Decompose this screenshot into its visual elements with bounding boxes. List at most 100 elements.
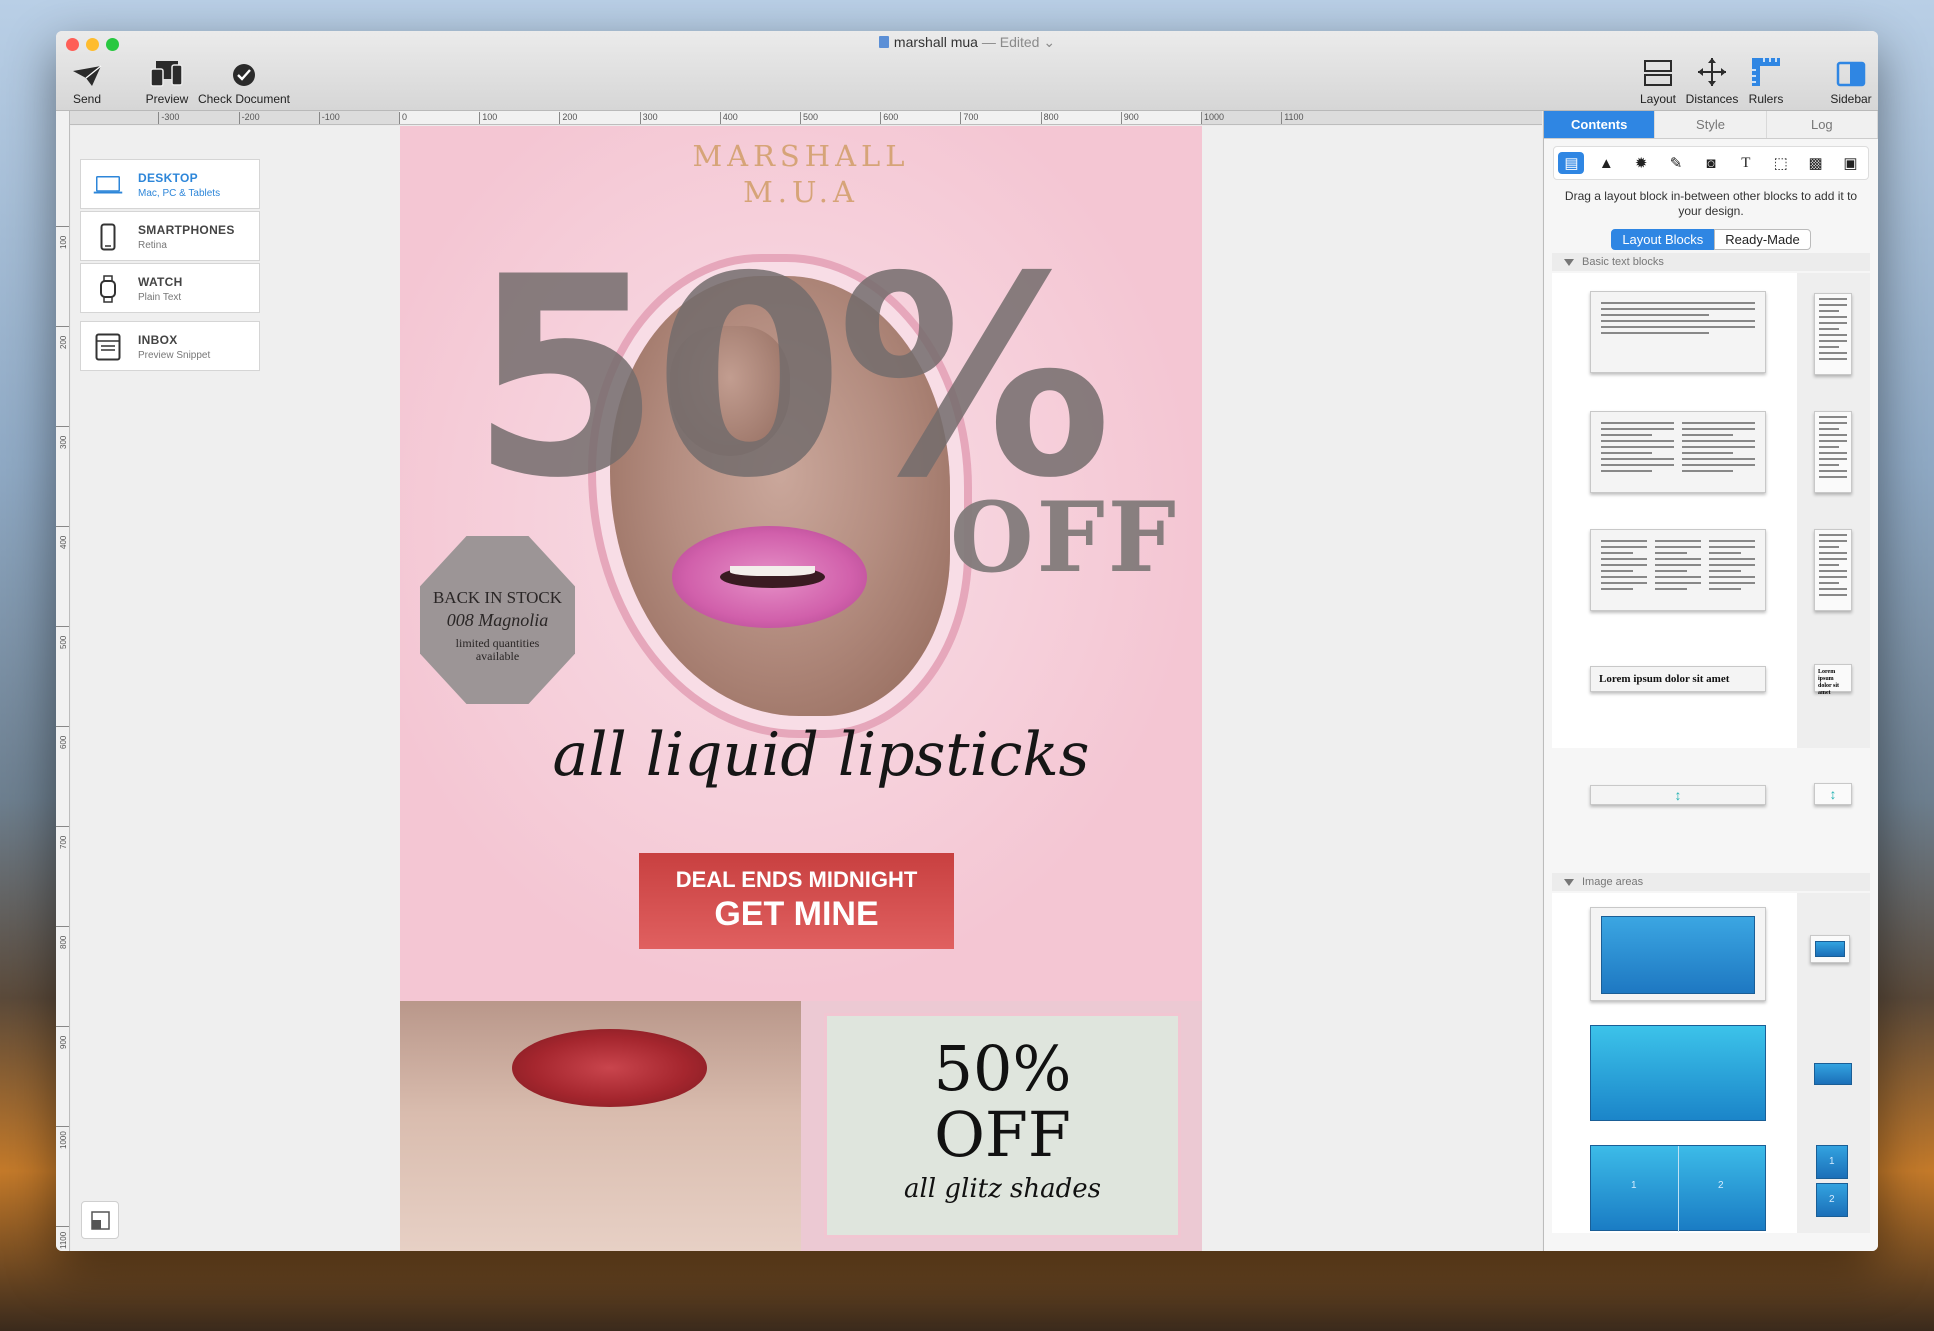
device-name: INBOX [138,333,178,347]
device-desktop[interactable]: DESKTOP Mac, PC & Tablets [80,159,260,209]
spacer-block-compact[interactable]: ↕ [1814,783,1852,805]
image-block-split-compact-1[interactable]: 1 [1816,1145,1848,1179]
layout-button[interactable]: Layout [1634,57,1682,106]
text-line [1709,582,1755,584]
basic-text-blocks: Lorem ipsum dolor sit amet Lorem ipsum do… [1552,273,1870,805]
corner-toggle-button[interactable] [81,1201,119,1239]
heading-block-compact[interactable]: Lorem ipsum dolor sit amet [1814,664,1852,696]
image-icon[interactable]: ◙ [1698,152,1724,174]
shape-icon[interactable]: ▲ [1593,152,1619,174]
text-block-3col-compact[interactable] [1814,529,1852,611]
heading-block[interactable]: Lorem ipsum dolor sit amet [1590,666,1766,692]
brush-icon[interactable]: ✎ [1663,152,1689,174]
check-document-button[interactable]: Check Document [192,57,296,106]
vertical-ruler[interactable]: 100 200 300 400 500 600 700 800 900 1000 1100 [56,111,70,1251]
ruler-tick: 500 [800,112,818,124]
text-block-1col-compact[interactable] [1814,293,1852,375]
laptop-icon [93,176,123,194]
text-line [1601,576,1647,578]
text-block-2col[interactable] [1590,411,1766,493]
image-block-framed[interactable] [1590,907,1766,1001]
cta-button[interactable]: DEAL ENDS MIDNIGHT GET MINE [639,853,954,949]
horizontal-ruler[interactable]: -300 -200 -100 0 100 200 300 400 500 600 700 800 900… [70,111,1542,125]
brand-line: M.U.A [743,175,859,209]
device-smartphones[interactable]: SMARTPHONES Retina [80,211,260,261]
edited-status: — Edited [977,34,1040,50]
watch-icon [100,275,116,303]
chevron-down-icon[interactable]: ⌄ [1039,34,1055,50]
ruler-tick: 200 [56,326,69,349]
segment-ready-made[interactable]: Ready-Made [1714,229,1811,250]
text-line [1655,558,1701,560]
text-line [1601,452,1653,454]
window-title: marshall mua — Edited ⌄ [56,34,1878,51]
image-block-full[interactable] [1590,1025,1766,1121]
send-button[interactable]: Send [62,57,112,106]
image-block-framed-compact[interactable] [1810,935,1850,963]
sidebar-button[interactable]: Sidebar [1826,57,1876,106]
promo-off: OFF [934,1098,1071,1171]
preview-button[interactable]: Preview [140,57,194,106]
promo-block[interactable]: 50% OFF all glitz shades [801,1001,1202,1251]
ruler-tick: -100 [318,112,340,124]
rulers-button[interactable]: Rulers [1742,57,1790,106]
text-line [1819,470,1847,472]
text-line [1601,552,1634,554]
text-line [1601,470,1653,472]
text-line [1682,446,1755,448]
text-line [1819,588,1847,590]
glitter-lips-image[interactable] [400,1001,801,1251]
tab-style[interactable]: Style [1655,111,1767,138]
layout-block-icon[interactable]: ▤ [1558,152,1585,174]
text-line [1655,588,1688,590]
text-line [1819,564,1839,566]
text-line [1601,302,1755,304]
ruler-tick-label: 900 [59,1035,68,1049]
text-line [1819,458,1847,460]
text-line [1819,328,1839,330]
ruler-tick-label: 100 [59,235,68,249]
text-line [1819,446,1839,448]
send-icon [73,65,102,86]
text-line [1601,458,1674,460]
sidebar-panel: Contents Style Log ▤ ▲ ✹ ✎ ◙ T ⬚ ▩ ▣ Dra… [1543,111,1878,1251]
image-block-full-compact[interactable] [1814,1063,1852,1085]
text-line [1819,540,1847,542]
spacer-block[interactable]: ↕ [1590,785,1766,805]
check-icon [233,64,255,86]
tab-log[interactable]: Log [1766,111,1878,138]
selection-icon[interactable]: ⬚ [1768,152,1794,174]
section-basic-text[interactable]: Basic text blocks [1552,253,1870,271]
device-watch[interactable]: WATCH Plain Text [80,263,260,313]
section-image-areas[interactable]: Image areas [1552,873,1870,891]
pages-icon [91,1211,110,1230]
text-block-2col-compact[interactable] [1814,411,1852,493]
inbox-icon [95,333,121,361]
text-line [1601,326,1755,328]
canvas[interactable]: DESKTOP Mac, PC & Tablets SMARTPHONES Re… [71,126,1542,1251]
distances-button[interactable]: Distances [1682,57,1742,106]
badge-icon[interactable]: ✹ [1628,152,1654,174]
segment-layout-blocks[interactable]: Layout Blocks [1611,229,1715,250]
ruler-tick: 100 [479,112,497,124]
text-block-3col[interactable] [1590,529,1766,611]
device-inbox[interactable]: INBOX Preview Snippet [80,321,260,371]
image-block-split[interactable]: 1 2 [1590,1145,1766,1232]
layout-label: Layout [1639,92,1677,106]
email-design[interactable]: MARSHALL M.U.A 50% OFF BACK IN STOCK 008… [400,126,1202,1251]
text-line [1819,428,1839,430]
text-line [1819,334,1847,336]
ruler-tick: 500 [56,626,69,649]
text-block-1col[interactable] [1590,291,1766,373]
image-area-blocks: 1 2 1 2 [1552,893,1870,1233]
text-icon[interactable]: T [1733,152,1759,174]
text-line [1819,464,1839,466]
tab-contents[interactable]: Contents [1544,111,1656,138]
ruler-tick-label: 300 [59,435,68,449]
picture-icon[interactable]: ▣ [1837,152,1863,174]
text-line [1819,304,1847,306]
hero-block[interactable]: MARSHALL M.U.A 50% OFF BACK IN STOCK 008… [400,126,1202,1001]
ruler-tick: -300 [158,112,179,124]
image-block-split-compact-2[interactable]: 2 [1816,1183,1848,1217]
pattern-icon[interactable]: ▩ [1803,152,1829,174]
